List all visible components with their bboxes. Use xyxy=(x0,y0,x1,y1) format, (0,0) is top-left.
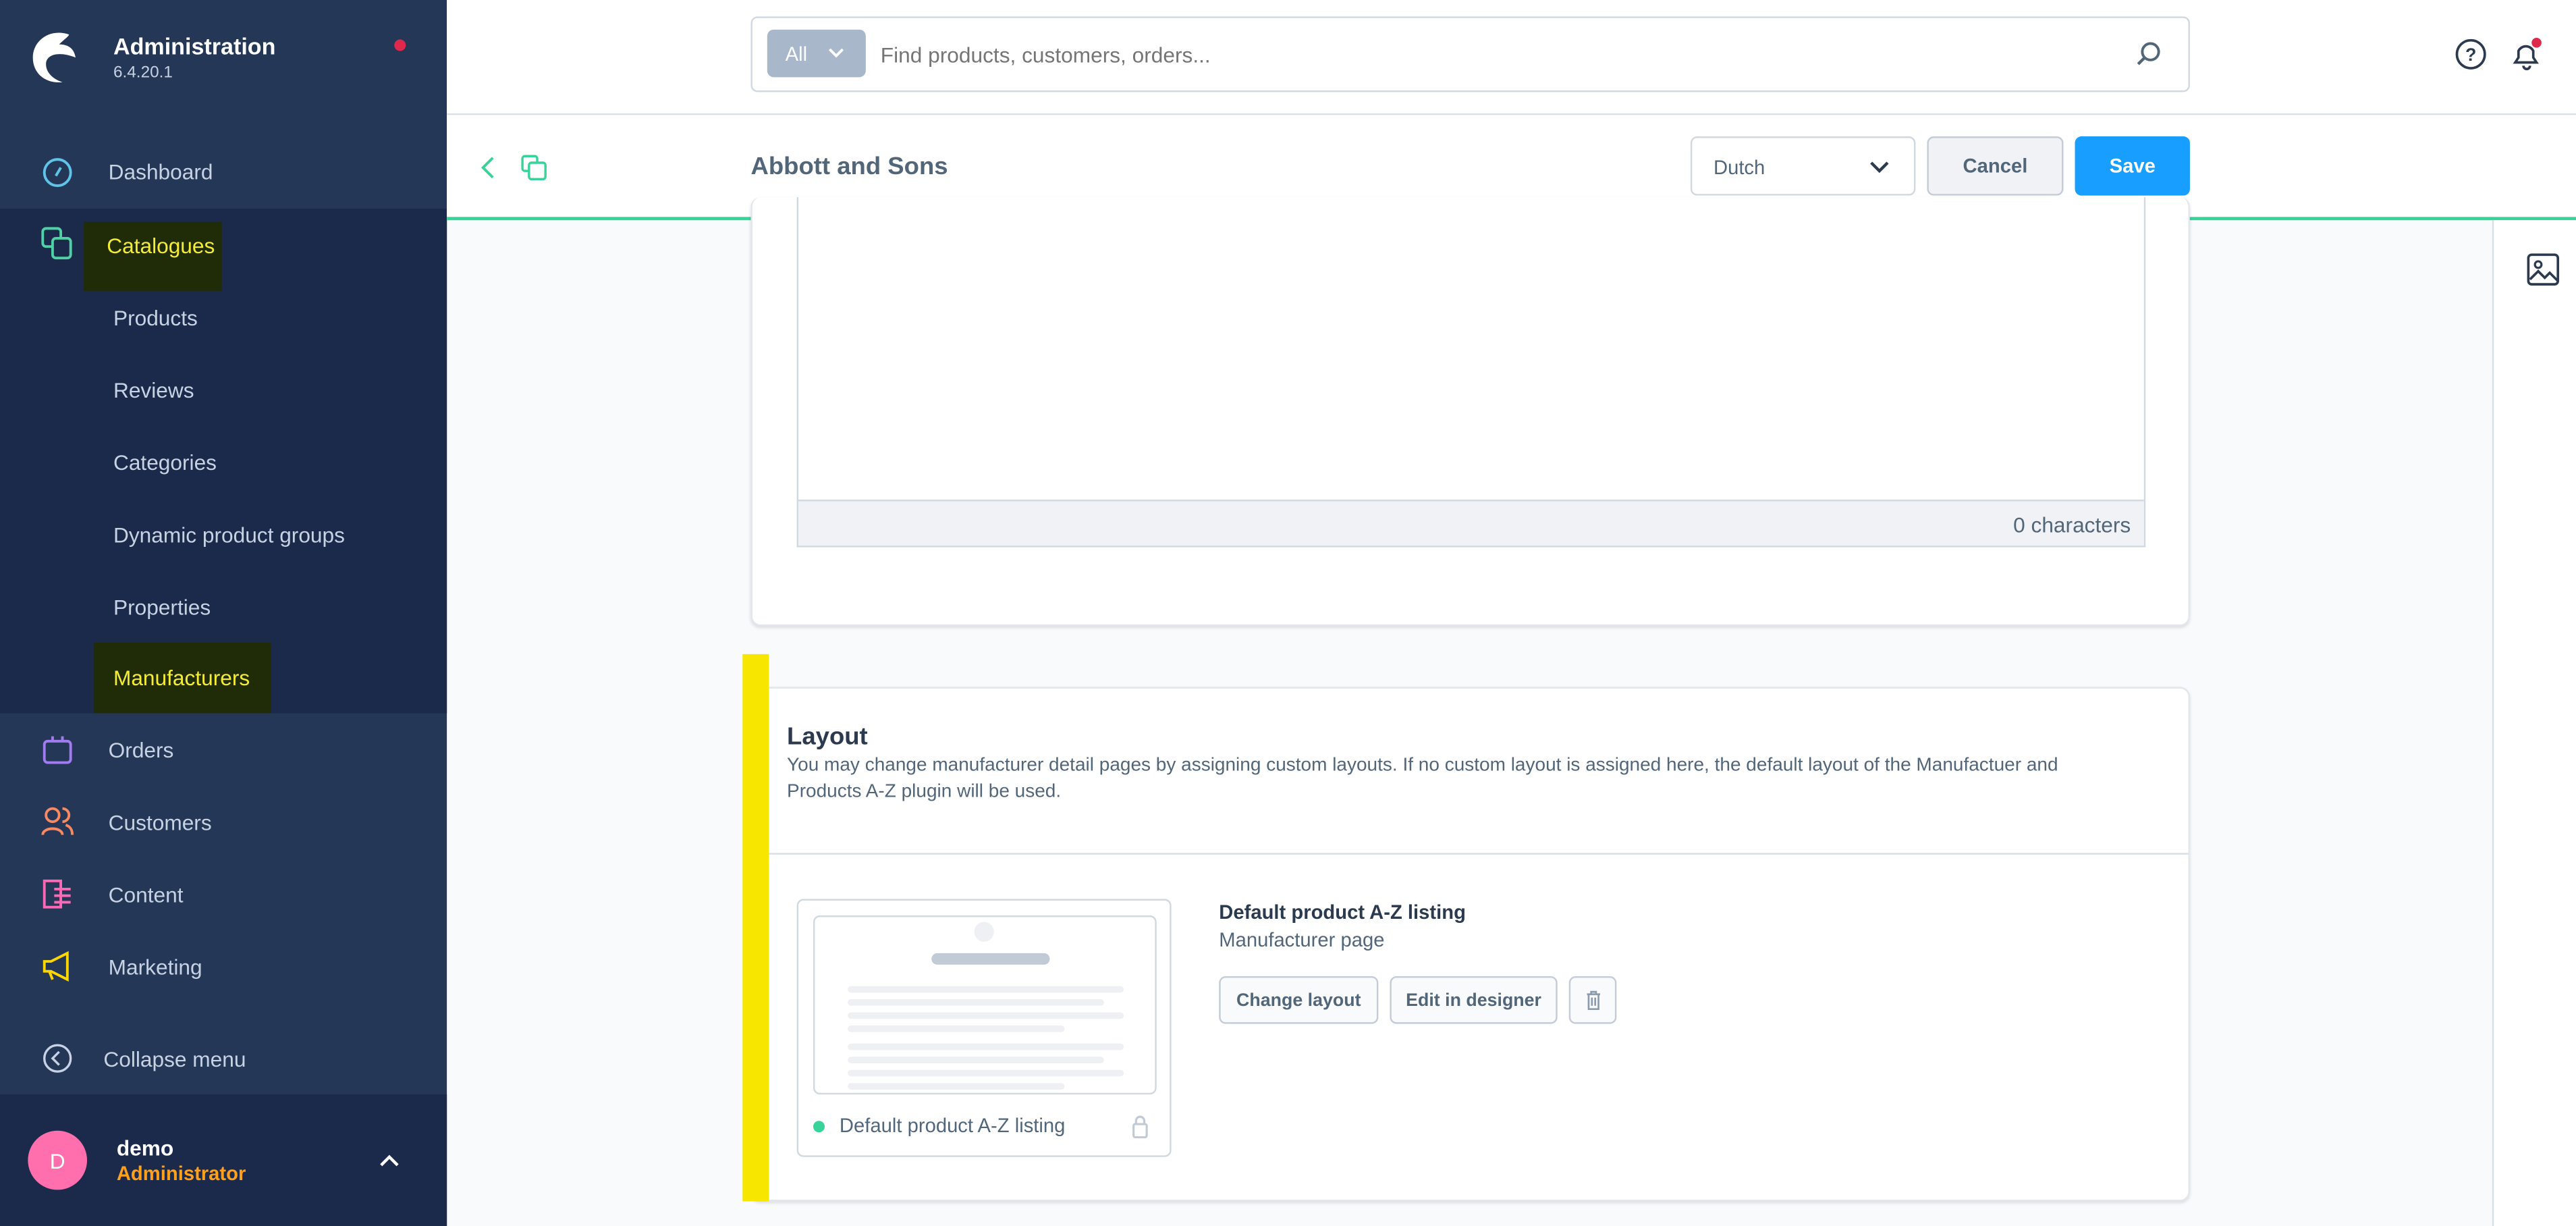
layout-thumbnail xyxy=(813,915,1157,1095)
trash-icon xyxy=(1586,990,1599,1010)
save-button[interactable]: Save xyxy=(2075,136,2190,196)
catalogue-section xyxy=(0,209,447,714)
chevron-up-icon[interactable] xyxy=(378,1152,401,1168)
change-layout-button[interactable]: Change layout xyxy=(1219,976,1379,1024)
delete-layout-button[interactable] xyxy=(1568,976,1617,1024)
sidebar-sub-dynamic-product-groups[interactable]: Dynamic product groups xyxy=(113,523,345,548)
sidebar-sub-properties[interactable]: Properties xyxy=(113,595,211,620)
layout-type: Manufacturer page xyxy=(1219,928,1385,952)
search-bar[interactable]: All xyxy=(750,16,2190,92)
edit-in-designer-button[interactable]: Edit in designer xyxy=(1390,976,1558,1024)
bag-icon xyxy=(43,736,72,764)
sidebar-sub-manufacturers[interactable]: Manufacturers xyxy=(93,642,271,714)
sidebar-item-customers[interactable]: Customers xyxy=(0,786,447,858)
user-panel[interactable]: D demo Administrator xyxy=(0,1094,447,1226)
svg-text:?: ? xyxy=(2465,45,2476,65)
app-title: Administration xyxy=(113,32,276,59)
collapse-menu-button[interactable]: Collapse menu xyxy=(0,1022,447,1094)
back-arrow-icon[interactable] xyxy=(480,155,496,181)
layout-name: Default product A-Z listing xyxy=(1219,900,1466,924)
megaphone-icon xyxy=(43,951,69,982)
sidebar-item-dashboard[interactable]: Dashboard xyxy=(0,136,447,209)
text-editor[interactable]: 0 characters xyxy=(796,197,2146,548)
sidebar: Administration 6.4.20.1 Dashboard Catalo… xyxy=(0,0,447,1226)
layout-title: Layout xyxy=(787,723,868,751)
cancel-button[interactable]: Cancel xyxy=(1927,136,2064,196)
sidebar-item-content[interactable]: Content xyxy=(0,858,447,930)
image-icon[interactable] xyxy=(2527,253,2560,286)
language-select[interactable]: Dutch xyxy=(1690,136,1916,196)
description-card: 0 characters xyxy=(750,197,2190,627)
character-count: 0 characters xyxy=(798,500,2144,546)
catalogue-icon xyxy=(41,227,72,260)
search-input[interactable] xyxy=(880,31,2031,78)
avatar: D xyxy=(28,1130,88,1190)
chevron-down-icon xyxy=(828,48,844,58)
gauge-icon xyxy=(43,158,72,188)
sidebar-item-catalogues[interactable]: Catalogues xyxy=(0,209,447,291)
shopware-logo-icon xyxy=(32,32,76,82)
user-name: demo xyxy=(116,1136,174,1161)
user-role: Administrator xyxy=(116,1162,246,1185)
sidebar-item-orders[interactable]: Orders xyxy=(0,713,447,785)
sidebar-sub-products[interactable]: Products xyxy=(113,306,198,331)
divider xyxy=(752,853,2189,855)
duplicate-icon[interactable] xyxy=(521,155,547,181)
lock-icon xyxy=(1132,1115,1148,1139)
active-status-dot xyxy=(813,1121,825,1133)
search-icon[interactable] xyxy=(2136,41,2162,68)
layout-preview-name: Default product A-Z listing xyxy=(839,1114,1066,1138)
help-icon[interactable]: ? xyxy=(2455,38,2488,71)
top-bar: All ? xyxy=(447,0,2576,115)
users-icon xyxy=(41,807,74,836)
page-title: Abbott and Sons xyxy=(750,153,948,181)
bell-icon[interactable] xyxy=(2509,36,2545,73)
layout-card: Layout You may change manufacturer detai… xyxy=(750,687,2190,1202)
sidebar-sub-reviews[interactable]: Reviews xyxy=(113,378,194,403)
notification-dot xyxy=(394,39,406,51)
sidebar-sub-categories[interactable]: Categories xyxy=(113,450,217,475)
app-version: 6.4.20.1 xyxy=(113,63,173,82)
layout-description: You may change manufacturer detail pages… xyxy=(787,755,2058,802)
chevron-down-icon xyxy=(1870,161,1889,174)
content-icon xyxy=(43,879,71,909)
yellow-highlight-annotation xyxy=(742,654,769,1202)
right-sidebar xyxy=(2492,220,2576,1226)
sidebar-item-marketing[interactable]: Marketing xyxy=(0,930,447,1003)
layout-preview[interactable]: Default product A-Z listing xyxy=(796,899,1172,1157)
search-filter-dropdown[interactable]: All xyxy=(767,29,866,78)
chevron-left-circle-icon xyxy=(43,1044,72,1073)
